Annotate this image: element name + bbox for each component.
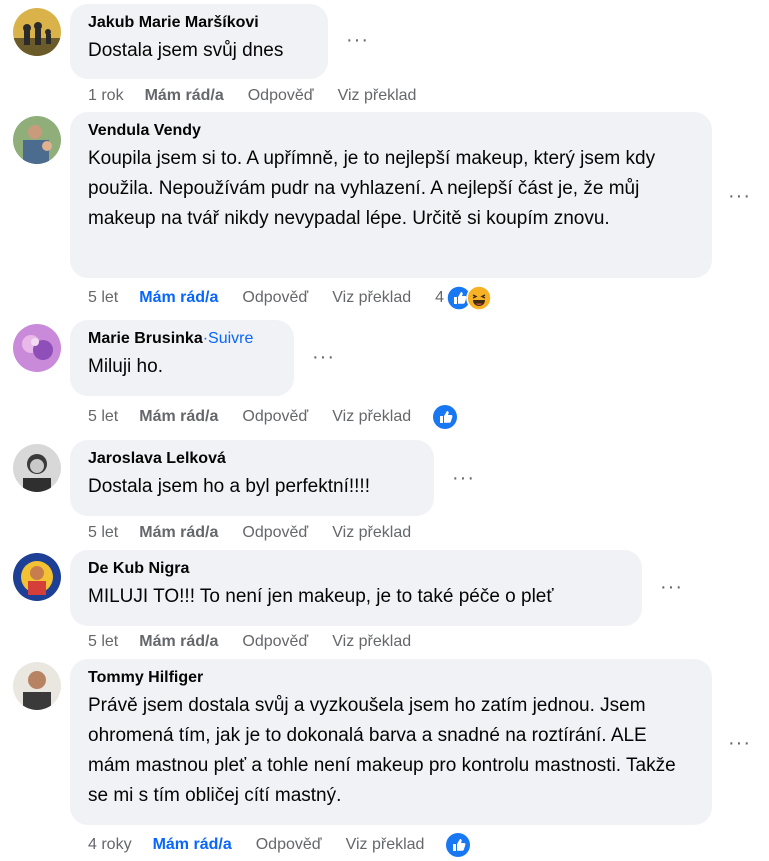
comment-bubble: Vendula Vendy Koupila jsem si to. A upří…: [70, 112, 712, 278]
comment-time[interactable]: 5 let: [88, 524, 118, 542]
comment-time[interactable]: 5 let: [88, 289, 118, 307]
translate-button[interactable]: Viz překlad: [338, 87, 417, 105]
more-options-icon[interactable]: ···: [452, 468, 475, 488]
more-options-icon[interactable]: ···: [346, 30, 369, 50]
comment-actions: 5 let Mám rád/a Odpověď Viz překlad: [88, 632, 435, 652]
avatar[interactable]: [13, 662, 61, 710]
comment-actions: 4 roky Mám rád/a Odpověď Viz překlad: [88, 832, 471, 858]
comment-author-name[interactable]: Marie Brusinka: [88, 330, 203, 347]
comment-time[interactable]: 5 let: [88, 633, 118, 651]
comment-author[interactable]: Jakub Marie Maršíkovi: [88, 13, 310, 33]
comment-text: Miluji ho.: [88, 356, 163, 377]
comment-actions: 5 let Mám rád/a Odpověď Viz překlad: [88, 523, 435, 543]
avatar[interactable]: [13, 8, 61, 56]
comment-time[interactable]: 5 let: [88, 408, 118, 426]
avatar[interactable]: [13, 324, 61, 372]
translate-button[interactable]: Viz překlad: [332, 408, 411, 426]
avatar[interactable]: [13, 444, 61, 492]
comment-bubble: Jakub Marie Maršíkovi Dostala jsem svůj …: [70, 4, 328, 79]
comment-bubble: De Kub Nigra MILUJI TO!!! To není jen ma…: [70, 550, 642, 626]
comment-text: Dostala jsem ho a byl perfektní!!!!: [88, 476, 370, 497]
comment-text: Dostala jsem svůj dnes: [88, 40, 284, 61]
comment-actions: 5 let Mám rád/a Odpověď Viz překlad: [88, 404, 458, 430]
like-button[interactable]: Mám rád/a: [139, 408, 218, 426]
comment-author[interactable]: De Kub Nigra: [88, 559, 624, 579]
comment-author[interactable]: Tommy Hilfiger: [88, 668, 694, 688]
reply-button[interactable]: Odpověď: [242, 633, 308, 651]
comment-bubble: Jaroslava Lelková Dostala jsem ho a byl …: [70, 440, 434, 516]
comment-time[interactable]: 4 roky: [88, 836, 132, 854]
follow-link[interactable]: ·Suivre: [203, 330, 254, 347]
comment-bubble: Marie Brusinka·Suivre Miluji ho.: [70, 320, 294, 396]
comment-author[interactable]: Vendula Vendy: [88, 121, 694, 141]
comment-actions: 1 rok Mám rád/a Odpověď Viz překlad: [88, 86, 440, 106]
comment-author[interactable]: Jaroslava Lelková: [88, 449, 416, 469]
comment-text: Koupila jsem si to. A upřímně, je to nej…: [88, 148, 656, 229]
reply-button[interactable]: Odpověď: [242, 524, 308, 542]
reaction-count: 4: [435, 289, 445, 306]
like-reaction-icon[interactable]: [445, 832, 471, 858]
like-button[interactable]: Mám rád/a: [139, 524, 218, 542]
reaction-summary[interactable]: 4: [435, 285, 492, 311]
more-options-icon[interactable]: ···: [728, 733, 751, 753]
haha-reaction-icon: [466, 285, 492, 311]
comment-text: MILUJI TO!!! To není jen makeup, je to t…: [88, 586, 554, 607]
avatar[interactable]: [13, 553, 61, 601]
reply-button[interactable]: Odpověď: [242, 408, 308, 426]
comment-time[interactable]: 1 rok: [88, 87, 124, 105]
translate-button[interactable]: Viz překlad: [332, 289, 411, 307]
translate-button[interactable]: Viz překlad: [346, 836, 425, 854]
like-button[interactable]: Mám rád/a: [139, 633, 218, 651]
more-options-icon[interactable]: ···: [728, 186, 751, 206]
like-reaction-icon[interactable]: [432, 404, 458, 430]
reply-button[interactable]: Odpověď: [256, 836, 322, 854]
reply-button[interactable]: Odpověď: [242, 289, 308, 307]
more-options-icon[interactable]: ···: [660, 577, 683, 597]
comment-text: Právě jsem dostala svůj a vyzkoušela jse…: [88, 695, 676, 806]
comment-actions: 5 let Mám rád/a Odpověď Viz překlad 4: [88, 285, 492, 311]
comment-author[interactable]: Marie Brusinka·Suivre: [88, 329, 276, 349]
reply-button[interactable]: Odpověď: [248, 87, 314, 105]
translate-button[interactable]: Viz překlad: [332, 524, 411, 542]
like-button[interactable]: Mám rád/a: [139, 289, 218, 307]
comment-bubble: Tommy Hilfiger Právě jsem dostala svůj a…: [70, 659, 712, 825]
avatar[interactable]: [13, 116, 61, 164]
like-button[interactable]: Mám rád/a: [145, 87, 224, 105]
like-button[interactable]: Mám rád/a: [153, 836, 232, 854]
translate-button[interactable]: Viz překlad: [332, 633, 411, 651]
more-options-icon[interactable]: ···: [312, 347, 335, 367]
